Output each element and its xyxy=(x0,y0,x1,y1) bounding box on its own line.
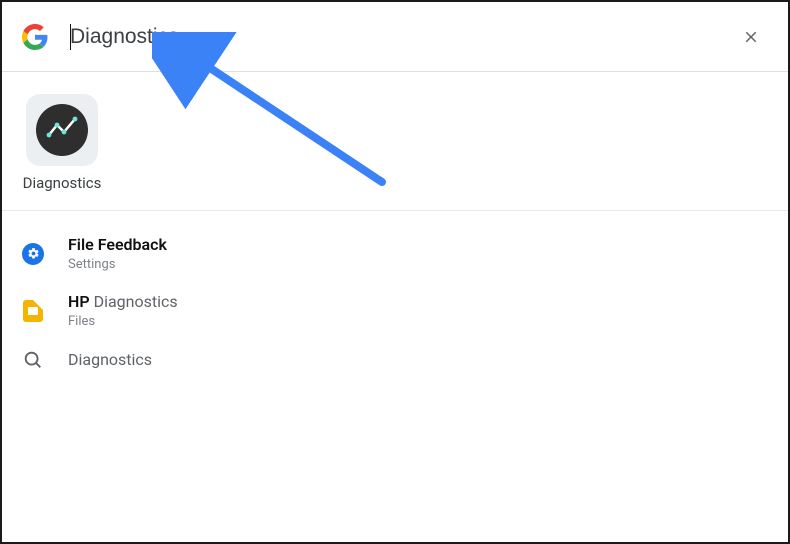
search-results-list: File Feedback Settings HP Diagnostics Fi… xyxy=(2,211,788,395)
result-hp-diagnostics[interactable]: HP Diagnostics Files xyxy=(22,282,768,339)
settings-icon xyxy=(22,243,44,265)
result-file-feedback[interactable]: File Feedback Settings xyxy=(22,225,768,282)
result-text: File Feedback Settings xyxy=(68,235,167,272)
chart-line-icon xyxy=(45,113,79,147)
diagnostics-app-icon xyxy=(26,94,98,166)
slides-file-icon xyxy=(22,300,44,322)
diagnostics-app-tile[interactable]: Diagnostics xyxy=(22,94,102,192)
search-icon xyxy=(22,349,44,371)
clear-search-button[interactable] xyxy=(734,20,768,54)
search-bar xyxy=(2,2,788,72)
launcher-search-input[interactable] xyxy=(70,25,734,49)
result-search-suggestion[interactable]: Diagnostics xyxy=(22,339,768,381)
close-icon xyxy=(742,28,760,46)
google-logo-icon xyxy=(22,24,48,50)
result-text: HP Diagnostics Files xyxy=(68,292,178,329)
diagnostics-app-label: Diagnostics xyxy=(23,174,102,192)
text-cursor xyxy=(70,24,71,50)
best-app-match-section: Diagnostics xyxy=(2,72,788,211)
result-text: Diagnostics xyxy=(68,350,152,370)
